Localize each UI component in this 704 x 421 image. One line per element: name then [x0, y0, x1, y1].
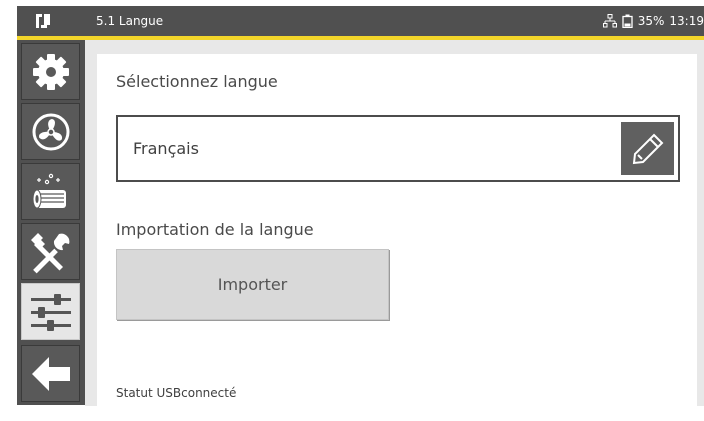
sidebar-item-back[interactable] — [21, 345, 80, 402]
network-icon — [602, 14, 617, 28]
brand-logo-icon — [36, 14, 50, 28]
import-language-label: Importation de la langue — [116, 220, 314, 239]
tools-icon — [30, 232, 69, 273]
sliders-icon — [30, 293, 71, 331]
selected-language-value: Français — [133, 139, 199, 158]
battery-level: 35% — [637, 14, 665, 28]
sidebar — [17, 40, 85, 405]
fan-icon — [32, 113, 69, 150]
status-indicators: 35% 13:19 — [602, 14, 704, 28]
status-bar: 5.1 Langue 35% 13:19 — [17, 6, 704, 36]
battery-icon — [622, 14, 633, 28]
sidebar-item-filter[interactable] — [21, 163, 80, 220]
edit-language-button[interactable] — [621, 122, 674, 175]
bottom-strip — [85, 406, 704, 421]
gear-icon — [32, 53, 69, 90]
sidebar-item-tools[interactable] — [21, 223, 80, 280]
clock-time: 13:19 — [669, 14, 704, 28]
usb-status-text: Statut USBconnecté — [116, 386, 237, 400]
pencil-icon — [632, 133, 663, 164]
filter-icon — [32, 173, 66, 208]
language-selector[interactable]: Français — [116, 115, 680, 182]
back-arrow-icon — [31, 356, 70, 391]
import-button[interactable]: Importer — [116, 249, 389, 320]
select-language-label: Sélectionnez langue — [116, 72, 278, 91]
sidebar-item-fan[interactable] — [21, 103, 80, 160]
sidebar-item-adjustments[interactable] — [21, 283, 80, 340]
sidebar-item-settings[interactable] — [21, 43, 80, 100]
screen-title: 5.1 Langue — [96, 14, 164, 28]
